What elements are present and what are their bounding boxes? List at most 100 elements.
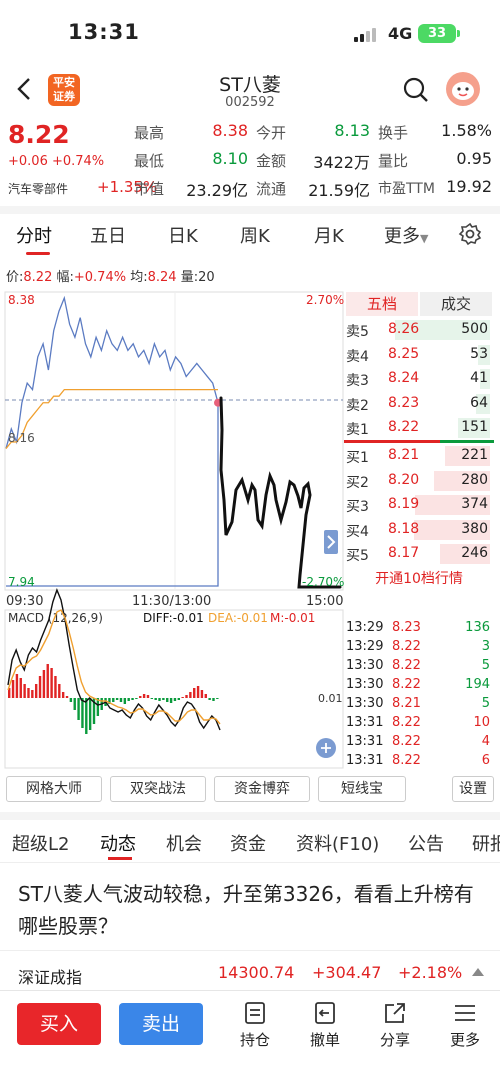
tick-price: 8.22 [392, 715, 421, 730]
nav-more[interactable]: 更多 [435, 1000, 495, 1050]
nav-share[interactable]: 分享 [365, 1000, 425, 1050]
tick-time: 13:31 [346, 753, 384, 768]
buy-button[interactable]: 买入 [17, 1003, 101, 1045]
tick-price: 8.22 [392, 677, 421, 692]
order-label: 卖2 [346, 397, 369, 414]
quote-value: 8.13 [334, 121, 370, 140]
macd-bar [189, 692, 192, 698]
order-label: 买5 [346, 548, 369, 565]
info-amp: +0.74% [73, 270, 127, 285]
upgrade-l2-link[interactable]: 开通10档行情 [344, 568, 494, 588]
tab-monthly-k[interactable]: 月K [314, 222, 344, 248]
sector-name[interactable]: 汽车零部件 [8, 180, 68, 197]
tab-intraday[interactable]: 分时 [16, 222, 52, 248]
bid-row[interactable]: 买5 8.17 246 [344, 542, 494, 566]
tab-announcements[interactable]: 公告 [408, 830, 444, 856]
news-headline[interactable]: ST八菱人气波动较稳，升至第3326，看看上升榜有哪些股票？ [18, 878, 484, 942]
tab-trades[interactable]: 成交 [420, 292, 492, 316]
tick-time: 13:30 [346, 696, 384, 711]
tick-time: 13:30 [346, 658, 384, 673]
order-label: 卖3 [346, 373, 369, 390]
sell-button[interactable]: 卖出 [119, 1003, 203, 1045]
macd-bar [150, 698, 154, 699]
macd-bar [181, 697, 184, 698]
bid-row[interactable]: 买2 8.20 280 [344, 469, 494, 493]
signal-icon [354, 28, 380, 42]
divider [0, 950, 500, 951]
macd-bar [81, 698, 84, 728]
network-type: 4G [388, 24, 413, 43]
nav-positions[interactable]: 持仓 [225, 1000, 285, 1050]
quote-label: 换手 [378, 124, 409, 142]
bid-row[interactable]: 买1 8.21 221 [344, 444, 494, 468]
ask-row[interactable]: 卖4 8.25 53 [344, 343, 494, 367]
tab-five-day[interactable]: 五日 [90, 222, 126, 248]
tool-capital-game[interactable]: 资金博弈 [214, 776, 310, 802]
nav-label: 持仓 [239, 1031, 270, 1049]
order-price: 8.20 [388, 471, 420, 488]
tab-underline [26, 252, 50, 255]
tab-f10[interactable]: 资料(F10) [296, 830, 379, 856]
macd-bar [58, 684, 61, 698]
tick-price: 8.22 [392, 658, 421, 673]
macd-bar [204, 694, 207, 698]
tab-more[interactable]: 更多▼ [384, 222, 428, 248]
bottom-pct-label: -2.70% [302, 575, 344, 589]
macd-bar [38, 676, 42, 698]
avatar[interactable] [446, 72, 480, 106]
macd-bar [200, 690, 204, 698]
index-name[interactable]: 深证成指 [18, 964, 82, 988]
ask-row[interactable]: 卖1 8.22 151 [344, 416, 494, 440]
tool-grid-master[interactable]: 网格大师 [6, 776, 102, 802]
chart-frame [4, 291, 344, 591]
order-vol: 64 [470, 394, 488, 411]
document-icon [245, 1002, 265, 1024]
tab-news[interactable]: 动态 [100, 830, 136, 856]
order-vol: 374 [461, 496, 488, 513]
tab-five-levels[interactable]: 五档 [346, 292, 418, 316]
tool-short-line[interactable]: 短线宝 [318, 776, 406, 802]
order-price: 8.21 [388, 447, 420, 463]
undo-icon [315, 1002, 335, 1024]
macd-bar [115, 698, 119, 700]
logo-line1: 平安 [53, 76, 75, 89]
nav-cancel[interactable]: 撤单 [295, 1000, 355, 1050]
current-price: 8.22 [8, 120, 70, 149]
ask-row[interactable]: 卖3 8.24 41 [344, 367, 494, 391]
bid-row[interactable]: 买3 8.19 374 [344, 493, 494, 517]
search-icon[interactable] [402, 76, 430, 104]
tab-research[interactable]: 研报 [472, 830, 500, 856]
quote-label: 量比 [378, 152, 409, 170]
tab-funds[interactable]: 资金 [230, 830, 266, 856]
gear-icon[interactable] [458, 222, 482, 246]
back-button[interactable] [12, 76, 38, 102]
tab-super-l2[interactable]: 超级L2 [12, 830, 69, 856]
order-label: 买4 [346, 523, 369, 540]
caret-up-icon[interactable] [472, 968, 484, 976]
tab-daily-k[interactable]: 日K [168, 222, 198, 248]
tick-vol: 136 [465, 620, 490, 635]
order-vol: 41 [470, 370, 488, 387]
quote-label: 今开 [256, 124, 287, 142]
ask-row[interactable]: 卖5 8.26 500 [344, 318, 494, 342]
macd-bar [142, 694, 146, 698]
tick-vol: 6 [481, 753, 490, 768]
tab-weekly-k[interactable]: 周K [240, 222, 270, 248]
macd-bar [173, 698, 177, 701]
macd-bar [11, 680, 15, 698]
macd-bar [61, 692, 65, 698]
order-price: 8.26 [388, 321, 420, 337]
ask-row[interactable]: 卖2 8.23 64 [344, 392, 494, 416]
tool-double-breakout[interactable]: 双突战法 [110, 776, 206, 802]
order-label: 卖4 [346, 348, 369, 365]
tab-opportunity[interactable]: 机会 [166, 830, 202, 856]
tool-settings[interactable]: 设置 [452, 776, 494, 802]
info-avg: 8.24 [147, 270, 177, 285]
bid-row[interactable]: 买4 8.18 380 [344, 518, 494, 542]
divider [0, 206, 500, 214]
order-label: 买2 [346, 474, 369, 491]
broker-logo[interactable]: 平安 证券 [48, 74, 80, 106]
tick-row: 13:30 8.22 5 [346, 658, 494, 677]
macd-bar [212, 698, 215, 701]
quote-value: 1.58% [441, 121, 492, 140]
